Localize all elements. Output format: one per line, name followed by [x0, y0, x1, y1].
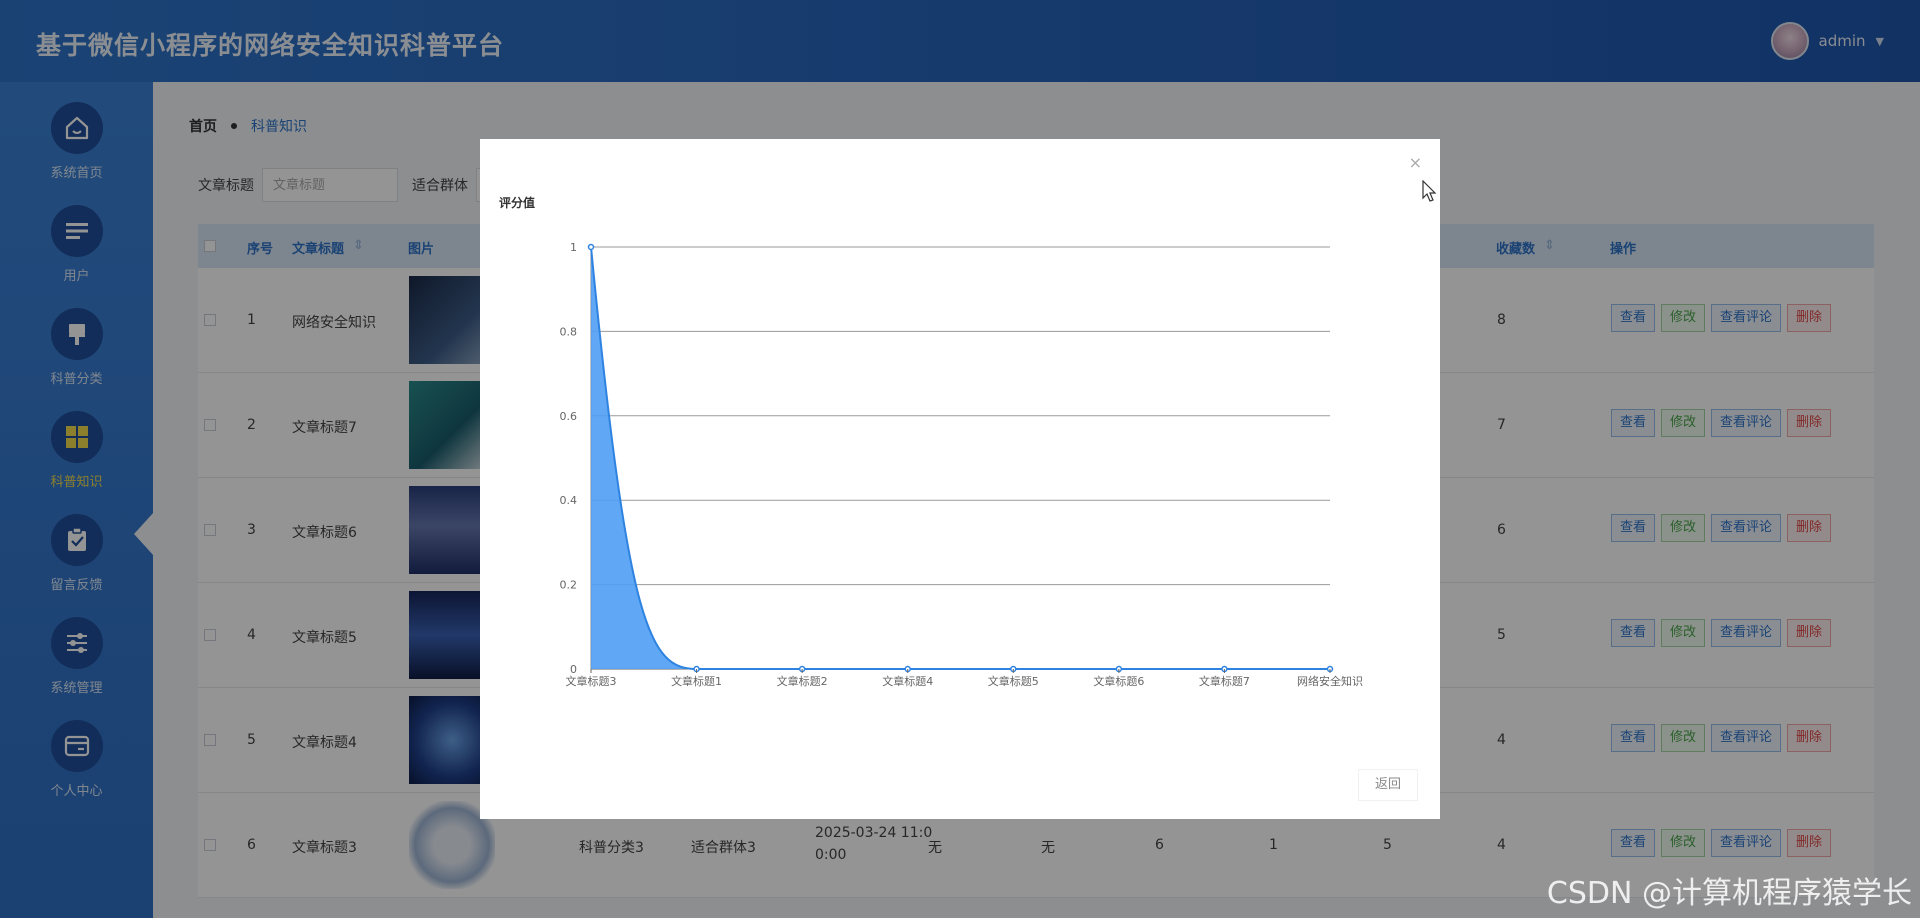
x-tick-label: 文章标题6: [1093, 674, 1144, 688]
y-tick-label: 0.4: [560, 494, 578, 507]
x-tick-label: 文章标题3: [566, 674, 617, 688]
x-tick-label: 文章标题5: [988, 674, 1039, 688]
x-tick-label: 文章标题7: [1199, 674, 1250, 688]
back-button[interactable]: 返回: [1358, 769, 1418, 801]
series-line: [590, 246, 1330, 670]
x-tick-label: 文章标题1: [671, 674, 722, 688]
y-tick-label: 1: [570, 241, 577, 254]
rating-chart: 00.20.40.60.81文章标题3 文章标题1 文章标题2 文章标题4 文章标题5 文…: [560, 241, 1364, 688]
y-tick-label: 0.2: [560, 579, 578, 592]
data-point: [587, 243, 595, 251]
x-tick-label: 文章标题2: [777, 674, 828, 688]
watermark: CSDN @计算机程序猿学长: [1546, 876, 1912, 911]
y-tick-label: 0.6: [560, 410, 578, 423]
y-tick-label: 0.8: [560, 325, 578, 338]
area-fill: [591, 247, 1330, 669]
chart-dialog: × 评分值 0 0.2 0.4 0.6 0.8 1 文章标题3 文章标题1 文章标题2 文章标题4…: [480, 139, 1440, 819]
x-tick-label: 文章标题4: [882, 674, 933, 688]
mouse-cursor-icon: [1422, 180, 1437, 202]
x-tick-label: 网络安全知识: [1297, 674, 1363, 688]
